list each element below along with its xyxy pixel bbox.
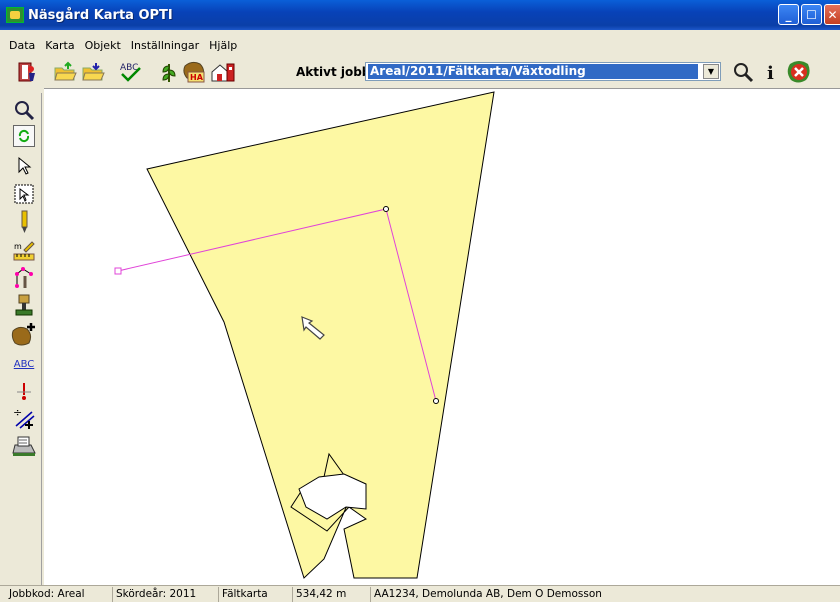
open-folder-icon[interactable] (52, 60, 78, 84)
map-drawing[interactable] (44, 89, 840, 585)
status-measure: 534,42 m (292, 587, 346, 602)
info-icon[interactable]: i (758, 60, 784, 84)
stamp-icon[interactable] (11, 293, 37, 319)
zoom-icon[interactable] (730, 60, 756, 84)
status-layer: Fältkarta (218, 587, 268, 602)
split-line-icon[interactable]: ÷ (11, 405, 37, 431)
measure-end-point[interactable] (433, 398, 439, 404)
tool-palette: m ABC ÷ (5, 93, 42, 585)
svg-text:HA: HA (190, 73, 204, 82)
printer-icon[interactable] (11, 433, 37, 459)
svg-text:m: m (14, 242, 22, 251)
status-job-code: Jobbkod: Areal (9, 588, 85, 600)
exit-icon[interactable] (14, 60, 40, 84)
app-icon (6, 7, 24, 23)
menu-hjalp[interactable]: Hjälp (204, 37, 242, 55)
maximize-button[interactable]: ☐ (801, 4, 822, 25)
menu-bar: Data Karta Objekt Inställningar Hjälp (0, 37, 242, 55)
status-owner: AA1234, Demolunda AB, Dem O Demosson (370, 587, 602, 602)
add-area-icon[interactable] (11, 321, 37, 347)
window-controls: _ ☐ ✕ (778, 4, 840, 25)
measure-icon[interactable]: m (11, 237, 37, 263)
area-ha-icon[interactable]: HA (182, 60, 208, 84)
farm-building-icon[interactable] (210, 60, 236, 84)
spellcheck-icon[interactable]: ABC (118, 60, 144, 84)
menu-installningar[interactable]: Inställningar (126, 37, 204, 55)
svg-text:÷: ÷ (13, 406, 22, 419)
measure-vertex-point[interactable] (383, 206, 389, 212)
pencil-icon[interactable] (11, 209, 37, 235)
minimize-button[interactable]: _ (778, 4, 799, 25)
measure-start-point[interactable] (114, 267, 122, 275)
active-job-label: Aktivt jobb (296, 65, 371, 79)
zoom-tool-icon[interactable] (11, 97, 37, 123)
save-folder-icon[interactable] (80, 60, 106, 84)
text-label-icon[interactable]: ABC (11, 351, 37, 377)
active-job-value: Areal/2011/Fältkarta/Växtodling (368, 64, 698, 79)
select-box-icon[interactable] (11, 181, 37, 207)
select-arrow-icon[interactable] (11, 153, 37, 179)
text-label-glyph: ABC (13, 358, 35, 370)
status-bar: Jobbkod: Areal Skördeår: 2011 Fältkarta … (0, 585, 840, 602)
close-red-icon[interactable] (786, 60, 812, 84)
pin-icon[interactable] (11, 379, 37, 405)
chevron-down-icon[interactable]: ▼ (703, 64, 719, 79)
refresh-icon[interactable] (13, 125, 35, 147)
svg-text:i: i (767, 63, 774, 83)
active-job-select[interactable]: Areal/2011/Fältkarta/Växtodling ▼ (365, 62, 721, 81)
crop-icon[interactable] (156, 60, 182, 84)
menu-objekt[interactable]: Objekt (80, 37, 126, 55)
menu-data[interactable]: Data (4, 37, 40, 55)
map-canvas[interactable] (44, 88, 840, 585)
polygon-edit-icon[interactable] (11, 265, 37, 291)
toolbar: ABC HA Aktivt jobb Areal/2011/Fältkarta/… (0, 56, 840, 88)
close-button[interactable]: ✕ (824, 4, 840, 25)
status-harvest-year: Skördeår: 2011 (112, 587, 196, 602)
menu-karta[interactable]: Karta (40, 37, 79, 55)
title-bar: Näsgård Karta OPTI _ ☐ ✕ (0, 0, 840, 30)
window-title: Näsgård Karta OPTI (28, 7, 173, 23)
